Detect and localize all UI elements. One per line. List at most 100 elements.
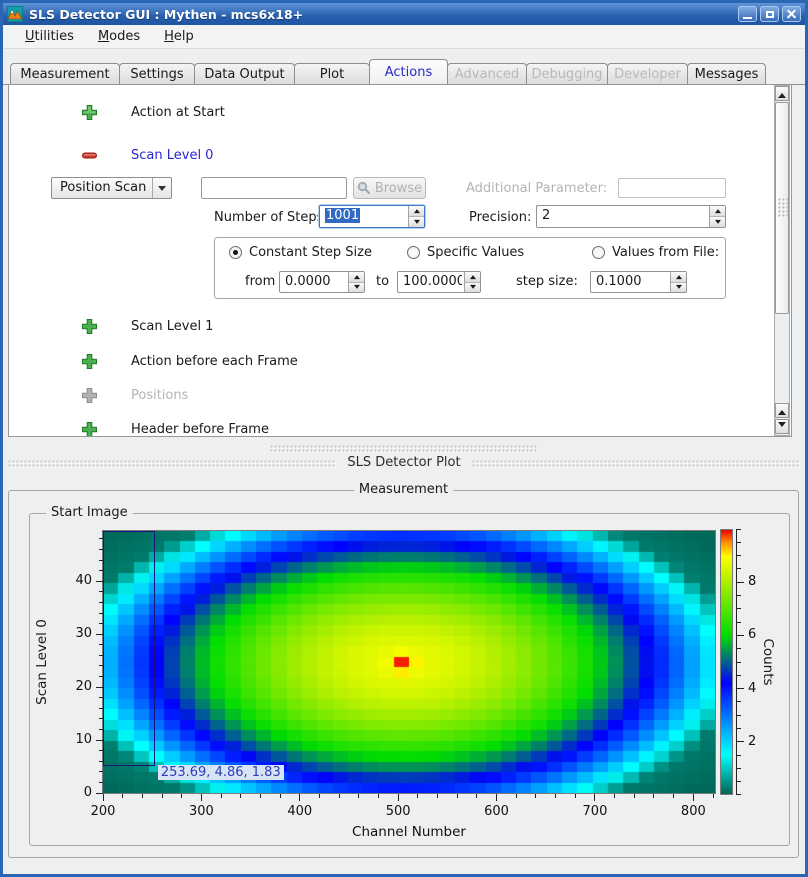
steps-down-button[interactable] <box>409 217 424 227</box>
precision-spinbox[interactable]: 2 <box>536 205 726 228</box>
expand-plus-icon[interactable] <box>81 104 98 121</box>
steps-up-button[interactable] <box>409 206 424 217</box>
step-up-button[interactable] <box>671 272 686 283</box>
colorbar-tick <box>737 582 744 583</box>
x-tick <box>319 794 320 798</box>
expand-plus-icon[interactable] <box>81 318 98 335</box>
collapse-minus-icon[interactable] <box>81 147 98 164</box>
colorbar-tick <box>737 794 741 795</box>
constant-step-radio[interactable] <box>229 246 242 259</box>
scan-script-input[interactable] <box>201 177 347 199</box>
tab-actions[interactable]: Actions <box>369 59 448 84</box>
close-button[interactable] <box>782 6 801 22</box>
scroll-up-button-2[interactable] <box>775 403 789 418</box>
y-tick <box>99 538 103 539</box>
title-bar[interactable]: SLS Detector GUI : Mythen - mcs6x18+ <box>3 3 805 25</box>
expand-plus-icon[interactable] <box>81 421 98 437</box>
x-tick <box>181 794 182 798</box>
number-of-steps-value[interactable]: 1001 <box>325 208 360 223</box>
measurement-group-title: Measurement <box>354 482 453 497</box>
y-tick <box>99 570 103 571</box>
step-size-value[interactable]: 0.1000 <box>596 274 668 289</box>
to-spinbox[interactable]: 100.0000 <box>397 271 481 293</box>
x-tick <box>594 794 595 801</box>
values-from-file-radio[interactable] <box>592 246 605 259</box>
x-tick <box>260 794 261 798</box>
tab-data-output[interactable]: Data Output <box>194 63 295 84</box>
menu-modes[interactable]: Modes <box>91 27 147 46</box>
menu-help[interactable]: Help <box>157 27 201 46</box>
x-tick <box>437 794 438 798</box>
step-down-button[interactable] <box>671 283 686 293</box>
dock-texture-right <box>472 460 800 468</box>
x-tick <box>653 794 654 798</box>
menu-utilities[interactable]: Utilities <box>18 27 81 46</box>
x-tick <box>693 794 694 801</box>
y-tick <box>99 613 103 614</box>
vertical-scrollbar[interactable] <box>774 85 790 436</box>
number-of-steps-spinbox[interactable]: 1001 <box>319 205 425 228</box>
tab-developer: Developer <box>607 63 688 84</box>
y-tick <box>99 665 103 666</box>
combo-arrow[interactable] <box>152 178 171 198</box>
magnifier-icon <box>357 181 371 195</box>
tab-settings[interactable]: Settings <box>119 63 195 84</box>
precision-value[interactable]: 2 <box>542 208 707 223</box>
maximize-button[interactable] <box>760 6 779 22</box>
arrow-up-icon <box>778 406 786 415</box>
x-tick <box>240 794 241 798</box>
y-tick <box>99 591 103 592</box>
additional-parameter-label: Additional Parameter: <box>466 181 607 196</box>
scroll-up-button[interactable] <box>775 86 789 101</box>
dock-title: SLS Detector Plot <box>336 455 472 470</box>
y-tick <box>99 623 103 624</box>
x-tick <box>634 794 635 798</box>
step-size-spinbox[interactable]: 0.1000 <box>590 271 687 293</box>
x-tick <box>673 794 674 798</box>
from-up-button[interactable] <box>349 272 364 283</box>
y-tick <box>99 697 103 698</box>
x-tick <box>713 794 714 798</box>
y-tick <box>96 687 103 688</box>
tab-plot[interactable]: Plot <box>294 63 370 84</box>
y-tick <box>96 740 103 741</box>
from-value[interactable]: 0.0000 <box>285 274 346 289</box>
scroll-down-button[interactable] <box>775 419 789 434</box>
y-tick <box>99 602 103 603</box>
from-spinbox[interactable]: 0.0000 <box>279 271 365 293</box>
scan-mode-select[interactable]: Position Scan <box>51 177 172 199</box>
colorbar-tick <box>737 662 741 663</box>
expand-plus-icon[interactable] <box>81 353 98 370</box>
scroll-thumb[interactable] <box>775 102 789 314</box>
precision-up-button[interactable] <box>710 206 725 217</box>
x-tick <box>358 794 359 798</box>
action-at-start-label: Action at Start <box>131 105 225 120</box>
tab-messages[interactable]: Messages <box>687 63 766 84</box>
y-tick <box>99 560 103 561</box>
minimize-button[interactable] <box>738 6 757 22</box>
to-up-button[interactable] <box>465 272 480 283</box>
precision-down-button[interactable] <box>710 217 725 227</box>
x-tick <box>142 794 143 798</box>
y-tick <box>99 771 103 772</box>
tab-advanced: Advanced <box>447 63 527 84</box>
heatmap-canvas[interactable] <box>103 531 715 793</box>
to-down-button[interactable] <box>465 283 480 293</box>
splitter-handle[interactable] <box>270 445 538 453</box>
x-tick <box>614 794 615 798</box>
x-tick-label: 600 <box>477 804 517 819</box>
y-tick-label: 40 <box>64 573 92 588</box>
from-down-button[interactable] <box>349 283 364 293</box>
colorbar-tick <box>737 781 741 782</box>
x-tick <box>555 794 556 798</box>
y-tick-label: 30 <box>64 626 92 641</box>
tab-measurement[interactable]: Measurement <box>10 63 120 84</box>
x-tick <box>417 794 418 798</box>
specific-values-label: Specific Values <box>427 245 524 260</box>
colorbar-tick <box>737 635 744 636</box>
to-value[interactable]: 100.0000 <box>403 274 462 289</box>
app-icon[interactable] <box>7 6 23 22</box>
actions-panel: Action at Start Scan Level 0 Position Sc… <box>8 84 792 437</box>
x-tick <box>457 794 458 798</box>
specific-values-radio[interactable] <box>407 246 420 259</box>
